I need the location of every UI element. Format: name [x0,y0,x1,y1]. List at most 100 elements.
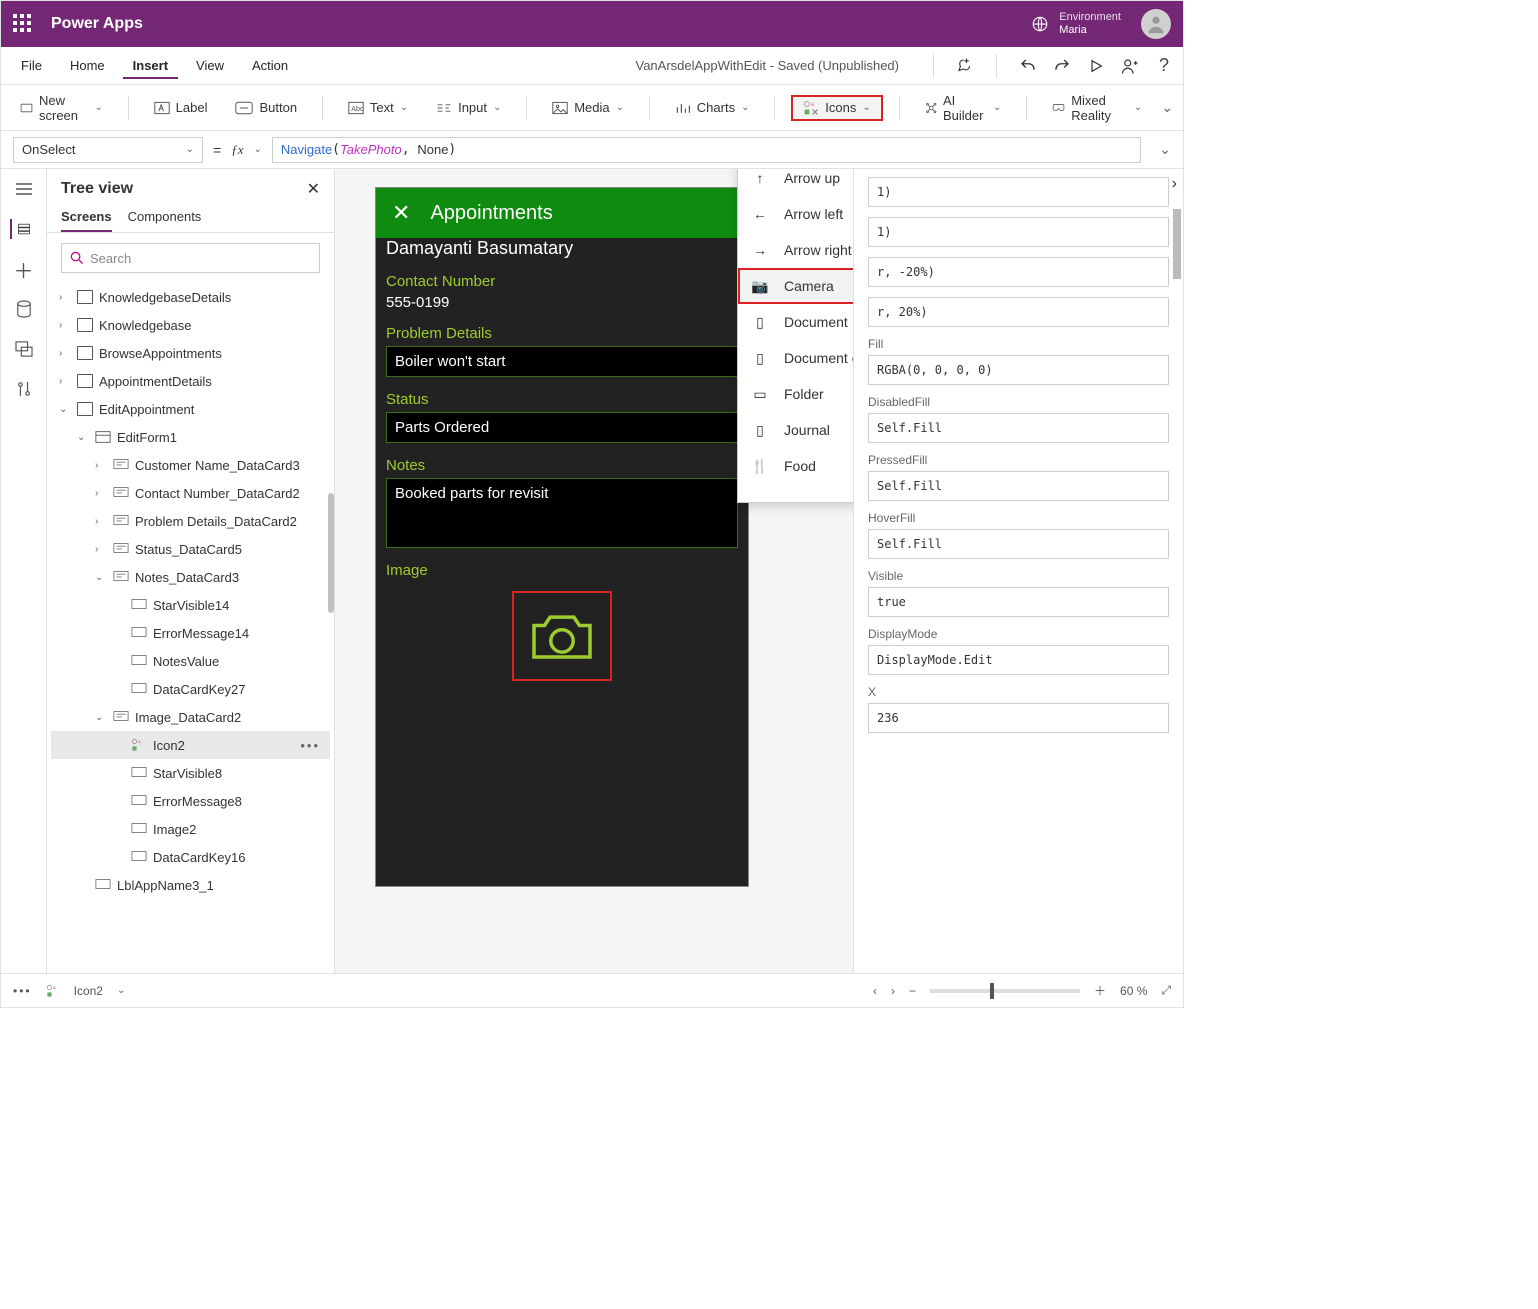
tree-node[interactable]: ›KnowledgebaseDetails [51,283,330,311]
icons-menu-item[interactable]: ▯Document checkmark [738,340,853,376]
tree-node[interactable]: ›AppointmentDetails [51,367,330,395]
tree-node[interactable]: ⌄Image_DataCard2 [51,703,330,731]
icons-menu-item[interactable]: 📷Camera [738,268,853,304]
icons-menu-item[interactable]: ▭Folder [738,376,853,412]
prop-input[interactable]: DisplayMode.Edit [868,645,1169,675]
tree-list[interactable]: ›KnowledgebaseDetails›Knowledgebase›Brow… [47,283,334,973]
icons-menu-item[interactable]: →Arrow right [738,232,853,268]
problem-input[interactable]: Boiler won't start [386,346,738,377]
tree-node[interactable]: LblAppName3_1 [51,871,330,899]
mixed-reality-button[interactable]: Mixed Reality⌄ [1043,88,1151,128]
scrollbar-thumb[interactable] [328,493,334,613]
tree-view-icon[interactable] [10,219,30,239]
tree-node[interactable]: ErrorMessage8 [51,787,330,815]
data-icon[interactable] [14,299,34,319]
menu-view[interactable]: View [186,52,234,79]
play-icon[interactable] [1087,57,1105,75]
app-checker-icon[interactable] [956,57,974,75]
hamburger-icon[interactable] [14,179,34,199]
app-title: Power Apps [51,15,143,33]
add-icon[interactable]: ＋ [14,259,34,279]
icons-button[interactable]: Icons⌄ [791,95,882,121]
fx-icon[interactable]: ƒx [231,142,243,158]
prop-input[interactable]: 1) [868,217,1169,247]
environment-picker[interactable]: Environment Maria [1031,11,1121,37]
tab-screens[interactable]: Screens [61,203,112,232]
prop-input[interactable]: r, 20%) [868,297,1169,327]
tree-node[interactable]: StarVisible14 [51,591,330,619]
tree-node[interactable]: ›Status_DataCard5 [51,535,330,563]
zoom-in-icon[interactable]: ＋ [1094,982,1106,999]
property-select[interactable]: OnSelect⌄ [13,137,203,163]
tree-node[interactable]: ›Knowledgebase [51,311,330,339]
canvas[interactable]: ✕ Appointments Damayanti Basumatary Cont… [335,169,853,973]
tools-icon[interactable] [14,379,34,399]
tree-node[interactable]: Image2 [51,815,330,843]
tree-node[interactable]: ›Problem Details_DataCard2 [51,507,330,535]
tree-node[interactable]: ›Customer Name_DataCard3 [51,451,330,479]
menu-insert[interactable]: Insert [123,52,178,79]
menu-file[interactable]: File [11,52,52,79]
prop-input[interactable]: Self.Fill [868,413,1169,443]
new-screen-button[interactable]: New screen⌄ [11,88,112,128]
close-icon[interactable]: ✕ [392,200,410,226]
tree-node[interactable]: Icon2••• [51,731,330,759]
redo-icon[interactable] [1053,57,1071,75]
status-input[interactable]: Parts Ordered [386,412,738,443]
prop-input[interactable]: 1) [868,177,1169,207]
prop-input[interactable]: Self.Fill [868,471,1169,501]
tree-title: Tree view [61,180,133,198]
button-button[interactable]: Button [226,95,306,120]
tree-node[interactable]: StarVisible8 [51,759,330,787]
camera-icon-selected[interactable] [512,591,612,681]
input-button[interactable]: Input⌄ [427,95,510,120]
formula-input[interactable]: Navigate(TakePhoto, None) [272,137,1141,163]
icons-menu-item[interactable]: ←Arrow left [738,196,853,232]
icons-menu-item[interactable]: ▯Journal [738,412,853,448]
waffle-icon[interactable] [13,14,33,34]
close-panel-icon[interactable]: ✕ [307,179,320,199]
ai-builder-button[interactable]: AI Builder⌄ [916,88,1011,128]
undo-icon[interactable] [1019,57,1037,75]
zoom-slider[interactable] [930,989,1080,993]
prop-input[interactable]: true [868,587,1169,617]
avatar[interactable] [1141,9,1171,39]
share-icon[interactable] [1121,57,1139,75]
menu-home[interactable]: Home [60,52,115,79]
icons-menu-item[interactable]: ▯Document [738,304,853,340]
prop-input[interactable]: 236 [868,703,1169,733]
text-button[interactable]: AbcText⌄ [339,95,417,120]
help-icon[interactable]: ? [1155,57,1173,75]
menu-action[interactable]: Action [242,52,298,79]
tree-node[interactable]: ⌄EditAppointment [51,395,330,423]
ribbon-overflow-icon[interactable]: ⌄ [1161,99,1173,116]
tree-node[interactable]: ⌄Notes_DataCard3 [51,563,330,591]
prop-input[interactable]: r, -20%) [868,257,1169,287]
screen-title: Appointments [430,202,552,225]
tree-node[interactable]: ErrorMessage14 [51,619,330,647]
prop-input[interactable]: RGBA(0, 0, 0, 0) [868,355,1169,385]
tree-search[interactable]: Search [61,243,320,273]
media-rail-icon[interactable] [14,339,34,359]
zoom-out-icon[interactable]: − [909,984,916,998]
nav-prev-icon[interactable]: ‹ [873,984,877,998]
more-icon[interactable]: ••• [13,984,32,998]
nav-next-icon[interactable]: › [891,984,895,998]
fit-icon[interactable]: ⤢ [1161,983,1171,998]
tree-node[interactable]: ›BrowseAppointments [51,339,330,367]
tree-node[interactable]: DataCardKey27 [51,675,330,703]
tab-components[interactable]: Components [128,203,202,232]
prop-input[interactable]: Self.Fill [868,529,1169,559]
tree-node[interactable]: DataCardKey16 [51,843,330,871]
icons-menu-item[interactable]: ↑Arrow up [738,169,853,196]
tree-node[interactable]: NotesValue [51,647,330,675]
label-button[interactable]: Label [145,95,217,120]
selected-control[interactable]: Icon2 [74,984,103,998]
formula-expand-icon[interactable]: ⌄ [1159,141,1171,158]
media-button[interactable]: Media⌄ [543,95,633,120]
icons-menu-item[interactable]: 🍴Food [738,448,853,484]
notes-input[interactable]: Booked parts for revisit [386,478,738,548]
tree-node[interactable]: ⌄EditForm1 [51,423,330,451]
tree-node[interactable]: ›Contact Number_DataCard2 [51,479,330,507]
charts-button[interactable]: Charts⌄ [666,95,759,120]
